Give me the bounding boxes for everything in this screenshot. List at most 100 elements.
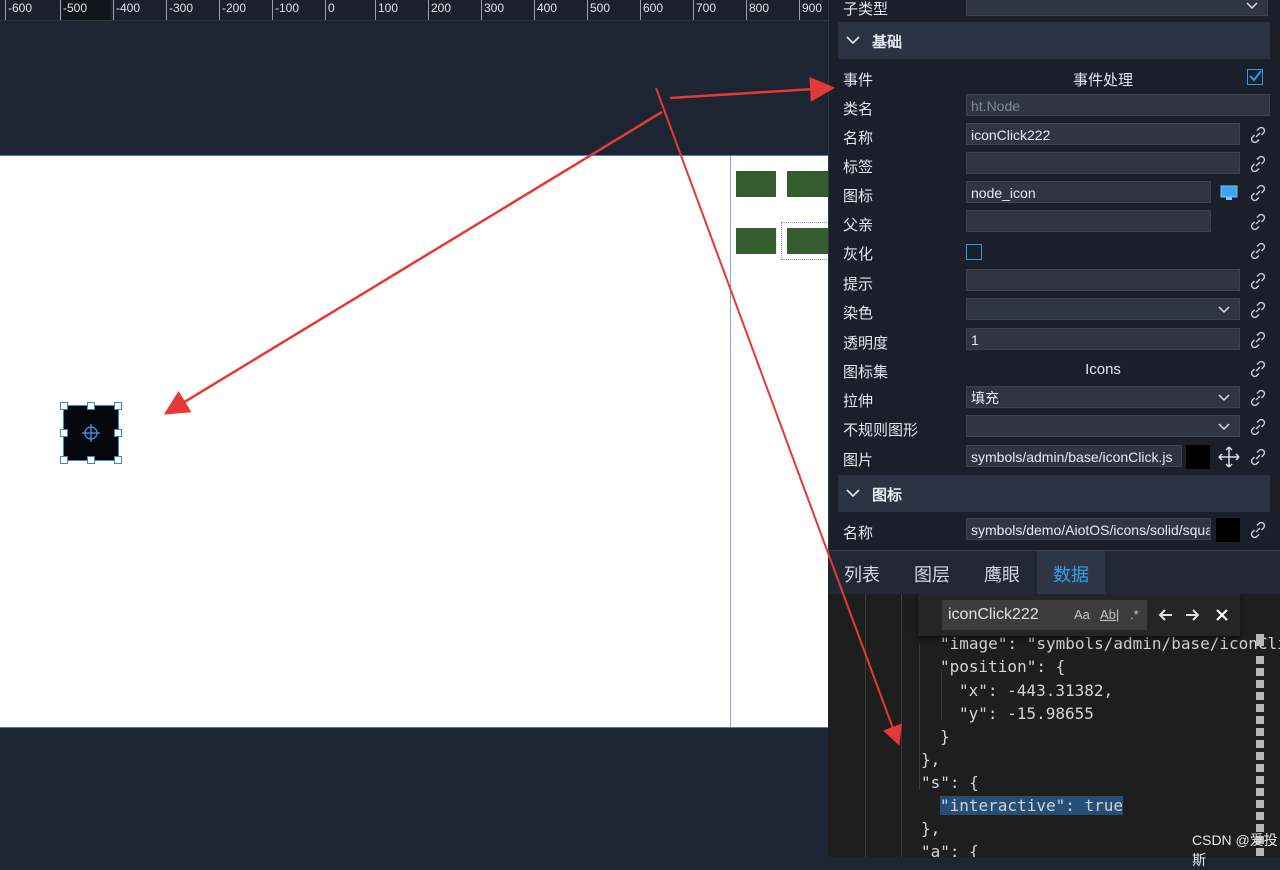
property-row-tint: 染色 [829,296,1280,325]
previous-match-icon[interactable] [1158,608,1173,622]
link-icon[interactable] [1249,272,1267,290]
resize-handle[interactable] [114,402,122,410]
green-node[interactable] [787,171,828,197]
irregular-shape-select[interactable] [966,415,1240,437]
ruler-tick: 500 [587,0,610,20]
property-row-irregular-shape: 不规则图形 [829,413,1280,442]
image-input[interactable]: symbols/admin/base/iconClick.js [966,445,1182,467]
link-icon[interactable] [1249,184,1267,202]
close-icon[interactable] [1216,609,1228,621]
code-line: "x": -443.31382, [959,681,1114,700]
link-icon[interactable] [1249,418,1267,436]
icon-color-swatch[interactable] [1216,518,1240,542]
resize-handle[interactable] [114,456,122,464]
selected-icon-node[interactable] [60,402,122,464]
property-row-stretch: 拉伸 填充 [829,384,1280,413]
link-icon[interactable] [1249,126,1267,144]
match-case-toggle[interactable]: Aa [1074,607,1090,622]
icon-input[interactable]: node_icon [966,181,1211,203]
subtype-select[interactable] [966,0,1268,16]
property-label: 拉伸 [843,393,874,410]
chevron-down-icon [1218,423,1230,431]
link-icon[interactable] [1249,213,1267,231]
code-line: "position": { [940,657,1066,676]
tab-layers[interactable]: 图层 [914,561,950,587]
resize-handle[interactable] [60,456,68,464]
property-row-icon-name: 名称 symbols/demo/AiotOS/icons/solid/squar… [829,516,1280,545]
resize-handle[interactable] [60,429,68,437]
ruler-tick: -500 [60,0,87,20]
overview-ruler[interactable] [1256,656,1264,856]
property-label: 事件 [843,72,874,89]
move-icon[interactable] [1218,446,1240,468]
tag-input[interactable] [966,152,1240,174]
ruler-tick: 200 [428,0,451,20]
link-icon[interactable] [1249,448,1267,466]
link-icon[interactable] [1249,360,1267,378]
tab-list[interactable]: 列表 [844,561,880,587]
stretch-select[interactable]: 填充 [966,386,1240,408]
find-widget: iconClick222 Aa Ab| .* [918,594,1240,636]
next-match-icon[interactable] [1185,608,1200,622]
drawing-stage[interactable] [0,155,828,728]
property-label: 名称 [843,130,874,147]
section-title: 图标 [872,487,903,504]
code-line: "y": -15.98655 [959,704,1094,723]
property-row-gray: 灰化 [829,237,1280,266]
green-node[interactable] [736,228,776,254]
parent-input[interactable] [966,210,1211,232]
gray-checkbox[interactable] [966,244,982,260]
link-icon[interactable] [1249,331,1267,349]
name-input[interactable]: iconClick222 [966,123,1240,145]
code-line: } [940,727,950,746]
property-panel: 子类型 基础 事件 事件处理 类名 ht.Node 名称 iconClick22… [828,0,1280,550]
event-handler-button[interactable]: 事件处理 [966,69,1240,90]
resize-handle[interactable] [114,429,122,437]
property-row-event: 事件 事件处理 [829,63,1280,92]
ruler-tick: 0 [325,0,335,20]
link-icon[interactable] [1249,389,1267,407]
resize-handle[interactable] [60,402,68,410]
ruler-tick: 700 [693,0,716,20]
property-row-icon: 图标 node_icon [829,179,1280,208]
property-label: 类名 [843,101,874,118]
section-header-icon[interactable]: 图标 [838,475,1270,512]
json-code-editor[interactable]: "image": "symbols/admin/base/iconClick.j… [828,594,1280,857]
code-line: }, [921,819,941,838]
opacity-input[interactable]: 1 [966,328,1240,350]
indent-guide [941,670,942,720]
property-label: 染色 [843,305,874,322]
tab-eagle-eye[interactable]: 鹰眼 [984,561,1020,587]
tooltip-input[interactable] [966,269,1240,291]
section-header-basic[interactable]: 基础 [838,22,1270,59]
resize-handle[interactable] [87,456,95,464]
property-row-iconset: 图标集 Icons [829,355,1280,384]
indent-guide [865,594,866,857]
classname-input[interactable]: ht.Node [966,94,1270,116]
property-label: 提示 [843,276,874,293]
whole-word-toggle[interactable]: Ab| [1100,607,1119,622]
property-row-opacity: 透明度 1 [829,326,1280,355]
image-preview-swatch[interactable] [1186,445,1210,469]
link-icon[interactable] [1249,521,1267,539]
monitor-icon[interactable] [1220,185,1238,201]
property-label: 图标集 [843,364,889,381]
ruler-tick: 900 [799,0,822,20]
ruler-tick: 600 [640,0,663,20]
link-icon[interactable] [1249,242,1267,260]
graph-editor[interactable]: -600 -500 -400 -300 -200 -100 0 100 200 … [0,0,828,857]
regex-toggle[interactable]: .* [1130,607,1139,622]
code-line: "image": "symbols/admin/base/iconClick.j… [940,634,1280,653]
link-icon[interactable] [1249,155,1267,173]
green-node[interactable] [736,171,776,197]
tab-data[interactable]: 数据 [1053,561,1089,587]
resize-handle[interactable] [87,402,95,410]
iconset-button[interactable]: Icons [966,361,1240,378]
event-checkbox[interactable] [1247,69,1263,85]
property-label: 图标 [843,188,874,205]
icon-name-input[interactable]: symbols/demo/AiotOS/icons/solid/square.j… [966,518,1211,540]
link-icon[interactable] [1249,301,1267,319]
watermark: CSDN @爱投斯 [1192,832,1278,868]
tint-select[interactable] [966,298,1240,320]
ruler-tick: -200 [219,0,246,20]
